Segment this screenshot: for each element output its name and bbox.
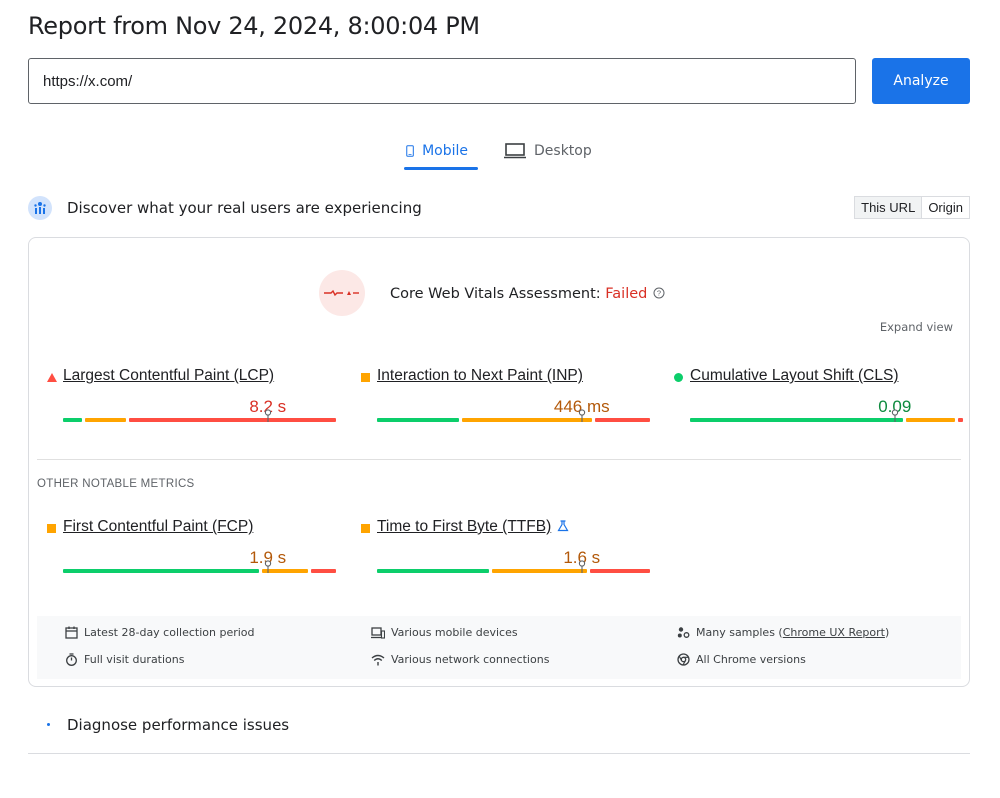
distribution-segment-good bbox=[690, 418, 903, 422]
square-icon bbox=[361, 524, 370, 533]
cwv-status: Failed bbox=[605, 286, 648, 302]
square-icon bbox=[361, 373, 370, 382]
field-data-card: Core Web Vitals Assessment: Failed? Expa… bbox=[28, 237, 970, 687]
percentile-pin bbox=[264, 409, 271, 422]
distribution-segment-ni bbox=[461, 418, 593, 422]
triangle-icon bbox=[47, 373, 57, 382]
metric-name[interactable]: Time to First Byte (TTFB) bbox=[377, 518, 571, 536]
percentile-pin bbox=[578, 409, 585, 422]
analyze-button[interactable]: Analyze bbox=[872, 58, 970, 104]
tab-label: Desktop bbox=[534, 143, 592, 159]
info-text: Full visit durations bbox=[84, 653, 185, 666]
circle-icon bbox=[674, 373, 683, 382]
metric-cls: Cumulative Layout Shift (CLS) 0.09 bbox=[674, 367, 964, 437]
wifi-icon bbox=[371, 654, 385, 665]
chrome-ux-report-link[interactable]: Chrome UX Report bbox=[783, 626, 885, 639]
distribution-segment-ni bbox=[905, 418, 955, 422]
info-devices: Various mobile devices bbox=[371, 626, 518, 639]
samples-icon bbox=[677, 627, 690, 638]
origin-button[interactable]: Origin bbox=[922, 197, 969, 218]
collection-info-box: Latest 28-day collection period Full vis… bbox=[37, 616, 961, 679]
distribution-bar bbox=[377, 418, 650, 422]
info-text: Latest 28-day collection period bbox=[84, 626, 255, 639]
metric-name[interactable]: Interaction to Next Paint (INP) bbox=[377, 367, 583, 385]
info-text: Many samples (Chrome UX Report) bbox=[696, 626, 889, 639]
distribution-bar bbox=[690, 418, 963, 422]
metric-name[interactable]: Cumulative Layout Shift (CLS) bbox=[690, 367, 898, 385]
info-text: All Chrome versions bbox=[696, 653, 806, 666]
distribution-segment-poor bbox=[589, 569, 650, 573]
metric-ttfb: Time to First Byte (TTFB) 1.6 s bbox=[361, 518, 651, 588]
cwv-label: Core Web Vitals Assessment: bbox=[390, 286, 606, 302]
expand-view-link[interactable]: Expand view bbox=[880, 320, 953, 334]
info-samples: Many samples (Chrome UX Report) bbox=[677, 626, 889, 639]
square-icon bbox=[47, 524, 56, 533]
phone-icon bbox=[406, 145, 414, 157]
info-text: Various mobile devices bbox=[391, 626, 518, 639]
tab-mobile[interactable]: Mobile bbox=[396, 132, 478, 170]
cwv-assessment: Core Web Vitals Assessment: Failed? bbox=[319, 270, 719, 316]
users-icon bbox=[28, 196, 52, 220]
help-icon[interactable]: ? bbox=[653, 287, 665, 303]
page-title: Report from Nov 24, 2024, 8:00:04 PM bbox=[28, 12, 480, 40]
diagnose-section-header[interactable]: Diagnose performance issues bbox=[28, 712, 970, 754]
tab-desktop[interactable]: Desktop bbox=[500, 132, 602, 170]
metric-fcp: First Contentful Paint (FCP) 1.9 s bbox=[47, 518, 337, 588]
url-input[interactable] bbox=[28, 58, 856, 104]
cwv-assessment-text: Core Web Vitals Assessment: Failed? bbox=[390, 286, 665, 303]
distribution-bar bbox=[377, 569, 650, 573]
distribution-bar bbox=[63, 418, 336, 422]
distribution-bar bbox=[63, 569, 336, 573]
diagnose-title: Diagnose performance issues bbox=[67, 716, 290, 734]
svg-text:?: ? bbox=[657, 289, 661, 298]
url-origin-toggle: This URL Origin bbox=[854, 196, 970, 219]
distribution-segment-ni bbox=[84, 418, 126, 422]
samples-prefix: Many samples ( bbox=[696, 626, 783, 639]
distribution-segment-good bbox=[63, 569, 260, 573]
this-url-button[interactable]: This URL bbox=[855, 197, 923, 218]
distribution-segment-poor bbox=[595, 418, 650, 422]
tab-label: Mobile bbox=[422, 143, 468, 159]
calendar-icon bbox=[65, 626, 78, 639]
devices-icon bbox=[371, 626, 385, 639]
distribution-segment-good bbox=[63, 418, 82, 422]
distribution-segment-poor bbox=[128, 418, 336, 422]
other-metrics-label: OTHER NOTABLE METRICS bbox=[37, 478, 195, 490]
percentile-pin bbox=[264, 560, 271, 573]
info-network: Various network connections bbox=[371, 653, 549, 666]
samples-suffix: ) bbox=[884, 626, 890, 639]
info-collection-period: Latest 28-day collection period bbox=[65, 626, 255, 639]
metric-lcp: Largest Contentful Paint (LCP) 8.2 s bbox=[47, 367, 337, 437]
info-text: Various network connections bbox=[391, 653, 550, 666]
metric-inp: Interaction to Next Paint (INP) 446 ms bbox=[361, 367, 651, 437]
flask-icon bbox=[557, 520, 569, 532]
percentile-pin bbox=[578, 560, 585, 573]
distribution-segment-poor bbox=[957, 418, 963, 422]
chrome-icon bbox=[677, 653, 690, 666]
info-chrome-versions: All Chrome versions bbox=[677, 653, 806, 666]
distribution-segment-good bbox=[377, 569, 489, 573]
diagnose-icon bbox=[47, 723, 50, 726]
metric-name[interactable]: Largest Contentful Paint (LCP) bbox=[63, 367, 274, 385]
stopwatch-icon bbox=[66, 653, 77, 666]
vitals-failed-icon bbox=[319, 270, 365, 316]
discover-title: Discover what your real users are experi… bbox=[67, 199, 422, 217]
section-divider bbox=[37, 459, 961, 460]
percentile-pin bbox=[891, 409, 898, 422]
metric-name-text: Time to First Byte (TTFB) bbox=[377, 518, 552, 535]
metric-name[interactable]: First Contentful Paint (FCP) bbox=[63, 518, 253, 536]
distribution-segment-ni bbox=[491, 569, 587, 573]
discover-section-header: Discover what your real users are experi… bbox=[28, 196, 970, 220]
info-visit-durations: Full visit durations bbox=[65, 653, 185, 666]
device-tabs: Mobile Desktop bbox=[396, 132, 602, 170]
distribution-segment-good bbox=[377, 418, 459, 422]
distribution-segment-poor bbox=[311, 569, 336, 573]
laptop-icon bbox=[504, 143, 526, 159]
